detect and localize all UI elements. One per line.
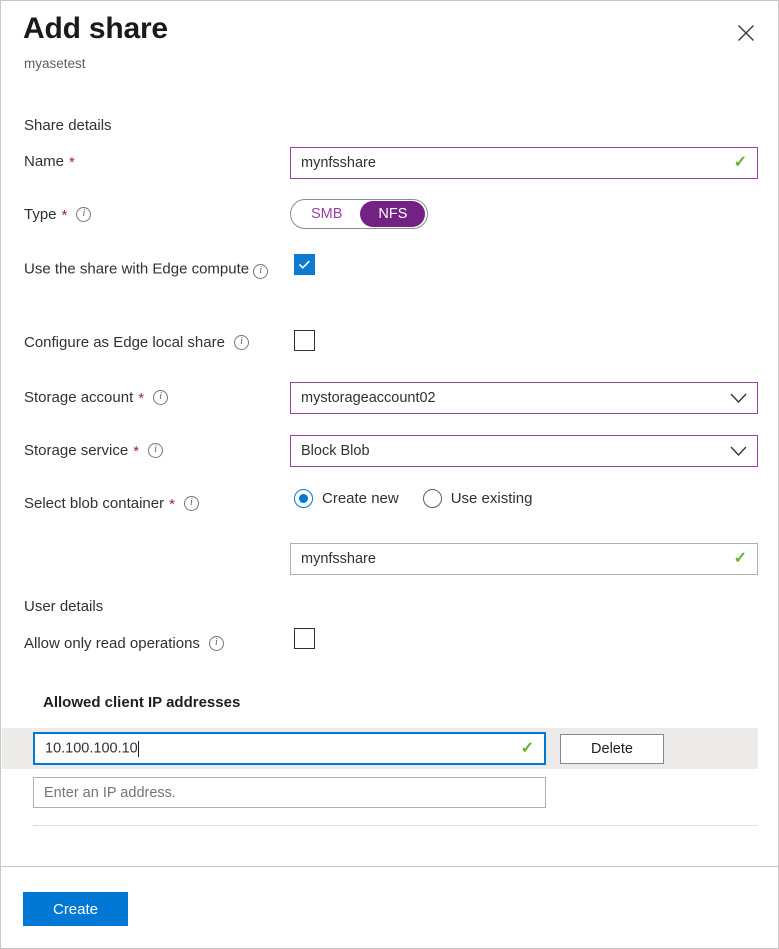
close-icon	[737, 24, 755, 42]
ip-address-input[interactable]: 10.100.100.10 ✓	[33, 732, 546, 765]
info-icon[interactable]: i	[234, 335, 249, 350]
info-icon[interactable]: i	[184, 496, 199, 511]
edge-local-label: Configure as Edge local share i	[24, 334, 249, 351]
device-subtitle: myasetest	[24, 56, 86, 71]
name-input[interactable]: mynfsshare ✓	[290, 147, 758, 179]
chevron-down-icon	[730, 446, 747, 457]
edge-local-label-text: Configure as Edge local share	[24, 334, 225, 351]
storage-account-dropdown[interactable]: mystorageaccount02	[290, 382, 758, 414]
name-label-text: Name	[24, 153, 64, 170]
type-label-text: Type	[24, 206, 57, 223]
type-required-asterisk: *	[62, 208, 68, 223]
delete-ip-button[interactable]: Delete	[560, 734, 664, 764]
storage-service-label-text: Storage service	[24, 442, 128, 459]
radio-use-existing-label: Use existing	[451, 490, 533, 507]
read-only-checkbox[interactable]	[294, 628, 315, 649]
footer-divider	[1, 866, 778, 867]
info-icon[interactable]: i	[76, 207, 91, 222]
storage-account-value: mystorageaccount02	[301, 390, 724, 406]
storage-service-value: Block Blob	[301, 443, 724, 459]
share-details-heading: Share details	[24, 117, 112, 134]
valid-check-icon: ✓	[734, 551, 747, 567]
radio-create-new[interactable]: Create new	[294, 489, 399, 508]
blob-container-radio-group[interactable]: Create new Use existing	[294, 489, 532, 508]
ip-list-divider	[33, 825, 758, 826]
panel-header: Add share myasetest	[1, 1, 778, 93]
info-icon[interactable]: i	[209, 636, 224, 651]
close-button[interactable]	[730, 17, 762, 49]
storage-account-label: Storage account * i	[24, 389, 168, 406]
create-button[interactable]: Create	[23, 892, 128, 926]
blob-container-required-asterisk: *	[169, 497, 175, 512]
storage-service-label: Storage service * i	[24, 442, 163, 459]
name-label: Name *	[24, 153, 75, 170]
add-share-panel: Add share myasetest Share details Name *…	[0, 0, 779, 949]
storage-account-label-text: Storage account	[24, 389, 133, 406]
info-icon[interactable]: i	[148, 443, 163, 458]
storage-service-required-asterisk: *	[133, 444, 139, 459]
radio-dot-icon	[423, 489, 442, 508]
text-cursor	[138, 741, 139, 757]
info-icon[interactable]: i	[253, 264, 268, 279]
share-type-toggle[interactable]: SMB NFS	[290, 199, 428, 229]
edge-compute-checkbox[interactable]	[294, 254, 315, 275]
new-ip-address-input[interactable]: Enter an IP address.	[33, 777, 546, 808]
ip-address-value: 10.100.100.10	[45, 740, 138, 756]
type-option-smb[interactable]: SMB	[293, 201, 360, 227]
storage-account-required-asterisk: *	[138, 391, 144, 406]
edge-compute-label-text: Use the share with Edge compute	[24, 261, 249, 278]
edge-compute-label: Use the share with Edge compute i	[24, 258, 268, 281]
blob-container-name-input[interactable]: mynfsshare ✓	[290, 543, 758, 575]
blob-container-label: Select blob container * i	[24, 495, 199, 512]
storage-service-dropdown[interactable]: Block Blob	[290, 435, 758, 467]
chevron-down-icon	[730, 393, 747, 404]
read-only-label-text: Allow only read operations	[24, 635, 200, 652]
read-only-label: Allow only read operations i	[24, 635, 224, 652]
allowed-ips-heading: Allowed client IP addresses	[43, 694, 240, 711]
user-details-heading: User details	[24, 598, 103, 615]
radio-create-new-label: Create new	[322, 490, 399, 507]
valid-check-icon: ✓	[521, 741, 534, 757]
valid-check-icon: ✓	[734, 155, 747, 171]
radio-dot-icon	[294, 489, 313, 508]
blob-container-label-text: Select blob container	[24, 495, 164, 512]
radio-use-existing[interactable]: Use existing	[423, 489, 533, 508]
name-required-asterisk: *	[69, 155, 75, 170]
blob-container-name-value: mynfsshare	[301, 551, 728, 567]
edge-local-checkbox[interactable]	[294, 330, 315, 351]
type-label: Type * i	[24, 206, 91, 223]
checkmark-icon	[298, 258, 311, 271]
new-ip-address-placeholder: Enter an IP address.	[44, 785, 535, 801]
page-title: Add share	[23, 12, 168, 46]
type-option-nfs[interactable]: NFS	[360, 201, 425, 227]
info-icon[interactable]: i	[153, 390, 168, 405]
name-input-value: mynfsshare	[301, 155, 728, 171]
